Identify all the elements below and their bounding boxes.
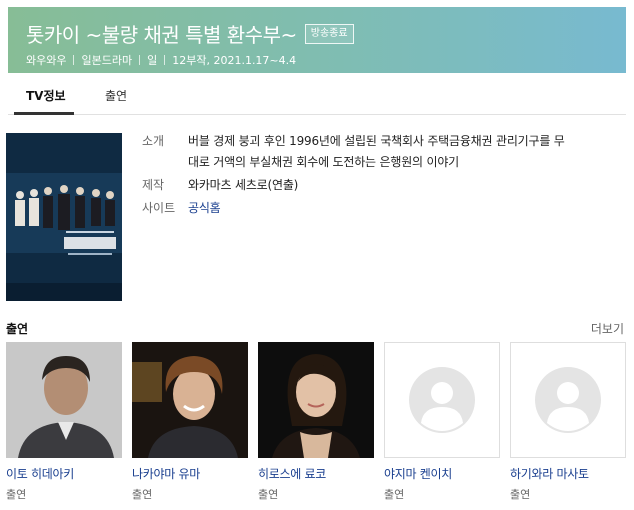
actor-photo: [258, 342, 374, 458]
tab-cast[interactable]: 출연: [105, 87, 127, 104]
synopsis-line: 대로 거액의 부실채권 회수에 도전하는 은행원의 이야기: [188, 155, 460, 169]
tab-bar: TV정보 출연: [8, 73, 626, 115]
meta-genre: 일본드라마: [81, 54, 133, 67]
person-placeholder-icon: [510, 342, 626, 458]
tab-tv-info[interactable]: TV정보: [26, 87, 66, 104]
program-info: 소개 버블 경제 붕괴 후인 1996년에 설립된 국책회사 주택금융채권 관리…: [142, 131, 622, 219]
active-tab-indicator: [14, 112, 74, 115]
more-link[interactable]: 더보기: [591, 320, 624, 337]
cast-card[interactable]: 이토 히데아키 출연: [6, 342, 122, 502]
cast-card[interactable]: 야지마 켄이치 출연: [384, 342, 500, 502]
program-meta: 와우와우 일본드라마 일 12부작, 2021.1.17~4.4: [26, 52, 296, 68]
cast-card[interactable]: 나카야마 유마 출연: [132, 342, 248, 502]
person-placeholder-icon: [384, 342, 500, 458]
synopsis-row: 소개 버블 경제 붕괴 후인 1996년에 설립된 국책회사 주택금융채권 관리…: [142, 131, 622, 173]
meta-day: 일: [147, 54, 158, 67]
program-poster[interactable]: [6, 133, 122, 301]
program-title: 톳카이 ~불량 채권 특별 환수부~: [26, 23, 297, 47]
official-site-link[interactable]: 공식홈: [188, 198, 221, 219]
cast-name[interactable]: 이토 히데아키: [6, 465, 122, 482]
cast-name[interactable]: 야지마 켄이치: [384, 465, 500, 482]
synopsis-text: 버블 경제 붕괴 후인 1996년에 설립된 국책회사 주택금융채권 관리기구를…: [188, 131, 565, 173]
poster-image: [6, 133, 122, 301]
producer-value: 와카마츠 세츠로(연출): [188, 178, 299, 192]
title-row: 톳카이 ~불량 채권 특별 환수부~ 방송종료: [26, 19, 354, 48]
cast-name[interactable]: 하기와라 마사토: [510, 465, 626, 482]
cast-role: 출연: [6, 488, 27, 501]
cast-role: 출연: [384, 488, 405, 501]
cast-role: 출연: [132, 488, 153, 501]
site-label: 사이트: [142, 201, 176, 215]
program-header: 톳카이 ~불량 채권 특별 환수부~ 방송종료 와우와우 일본드라마 일 12부작, …: [8, 7, 626, 73]
producer-row: 제작 와카마츠 세츠로(연출): [142, 175, 622, 196]
actor-photo: [6, 342, 122, 458]
cast-section-title: 출연: [6, 322, 29, 336]
meta-divider: [164, 55, 166, 65]
status-badge: 방송종료: [304, 23, 354, 44]
cast-card[interactable]: 히로스에 료코 출연: [258, 342, 374, 502]
meta-divider: [139, 55, 141, 65]
cast-card[interactable]: 하기와라 마사토 출연: [510, 342, 626, 502]
cast-name[interactable]: 히로스에 료코: [258, 465, 374, 482]
meta-channel: 와우와우: [26, 54, 67, 67]
producer-label: 제작: [142, 178, 165, 192]
cast-role: 출연: [510, 488, 531, 501]
meta-divider: [73, 55, 75, 65]
site-row: 사이트 공식홈: [142, 198, 622, 219]
cast-role: 출연: [258, 488, 279, 501]
synopsis-line: 버블 경제 붕괴 후인 1996년에 설립된 국책회사 주택금융채권 관리기구를…: [188, 134, 565, 148]
actor-photo: [132, 342, 248, 458]
meta-episodes: 12부작, 2021.1.17~4.4: [172, 54, 297, 67]
cast-name[interactable]: 나카야마 유마: [132, 465, 248, 482]
synopsis-label: 소개: [142, 134, 165, 148]
